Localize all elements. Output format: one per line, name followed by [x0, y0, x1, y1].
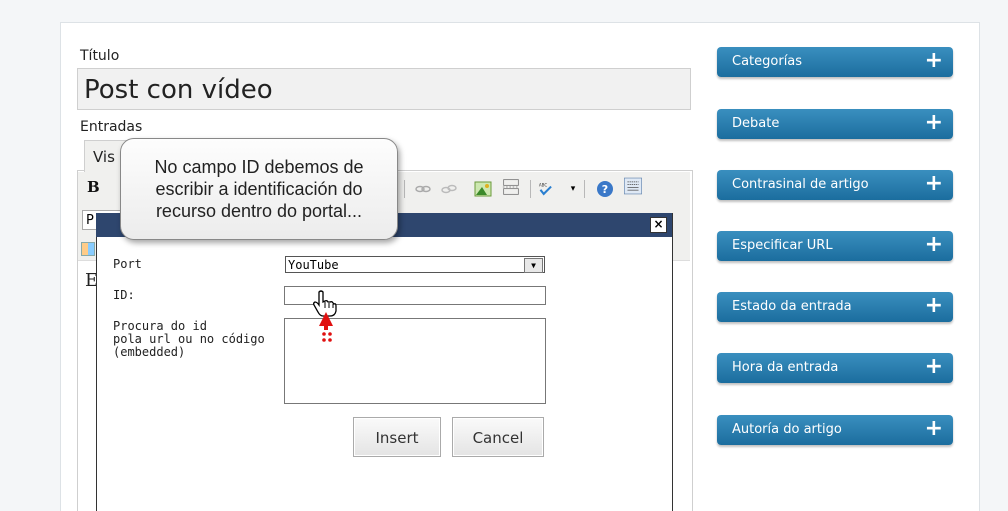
callout-line-1: No campo ID debemos de: [154, 157, 364, 177]
callout-line-3: recurso dentro do portal...: [155, 201, 363, 221]
svg-text:ABC: ABC: [539, 183, 548, 188]
toolbar-separator: [584, 180, 585, 198]
sidebar-item-label: Debate: [732, 116, 780, 131]
title-label: Título: [80, 48, 120, 64]
plus-icon[interactable]: +: [925, 353, 943, 381]
sidebar-item-categories[interactable]: Categorías +: [717, 47, 953, 77]
toolbar-separator: [530, 180, 531, 198]
id-label: ID:: [113, 288, 135, 302]
sidebar-item-post-password[interactable]: Contrasinal de artigo +: [717, 170, 953, 200]
chevron-down-icon[interactable]: ▼: [524, 258, 543, 273]
plus-icon[interactable]: +: [925, 170, 943, 198]
sidebar-item-post-time[interactable]: Hora da entrada +: [717, 353, 953, 383]
toolbar-separator: [404, 180, 405, 198]
pointer-arrow-icon: [319, 312, 333, 342]
help-icon[interactable]: ?: [596, 180, 614, 198]
insert-button[interactable]: Insert: [353, 417, 441, 457]
bold-button[interactable]: B: [87, 178, 100, 196]
kitchen-sink-icon[interactable]: [81, 242, 95, 256]
search-label-line-2: pola url ou no código: [113, 332, 265, 346]
tooltip-callout: No campo ID debemos de escribir a identi…: [120, 138, 398, 240]
cancel-button[interactable]: Cancel: [452, 417, 544, 457]
plus-icon[interactable]: +: [925, 292, 943, 320]
image-icon[interactable]: [474, 180, 492, 198]
sidebar-item-specify-url[interactable]: Especificar URL +: [717, 231, 953, 261]
link-icon[interactable]: [414, 180, 432, 198]
sidebar-item-label: Contrasinal de artigo: [732, 177, 869, 192]
unlink-icon[interactable]: [440, 180, 458, 198]
search-label-line-1: Procura do id: [113, 319, 207, 333]
plus-icon[interactable]: +: [925, 231, 943, 259]
sidebar-item-label: Autoría do artigo: [732, 422, 842, 437]
chevron-down-icon[interactable]: ▾: [564, 180, 582, 198]
title-input[interactable]: Post con vídeo: [77, 68, 691, 110]
spellcheck-icon[interactable]: ABC: [538, 180, 556, 198]
close-icon[interactable]: ×: [650, 217, 667, 233]
sidebar-item-post-status[interactable]: Estado da entrada +: [717, 292, 953, 322]
portal-select-value: YouTube: [288, 258, 339, 272]
portal-label: Port: [113, 257, 142, 271]
plus-icon[interactable]: +: [925, 109, 943, 137]
sidebar-item-author[interactable]: Autoría do artigo +: [717, 415, 953, 445]
plus-icon[interactable]: +: [925, 47, 943, 75]
sidebar-item-label: Hora da entrada: [732, 360, 839, 375]
portal-select[interactable]: YouTube ▼: [285, 256, 545, 273]
callout-line-2: escribir a identificación do: [155, 179, 363, 199]
sidebar-item-discussion[interactable]: Debate +: [717, 109, 953, 139]
toolbar-toggle-icon[interactable]: [624, 177, 642, 195]
sidebar-item-label: Estado da entrada: [732, 299, 852, 314]
search-label-line-3: (embedded): [113, 345, 186, 359]
more-tag-icon[interactable]: [502, 178, 520, 196]
svg-text:?: ?: [602, 183, 608, 196]
entries-label: Entradas: [80, 119, 143, 135]
sidebar-item-label: Categorías: [732, 54, 803, 69]
sidebar-item-label: Especificar URL: [732, 238, 833, 253]
plus-icon[interactable]: +: [925, 415, 943, 443]
